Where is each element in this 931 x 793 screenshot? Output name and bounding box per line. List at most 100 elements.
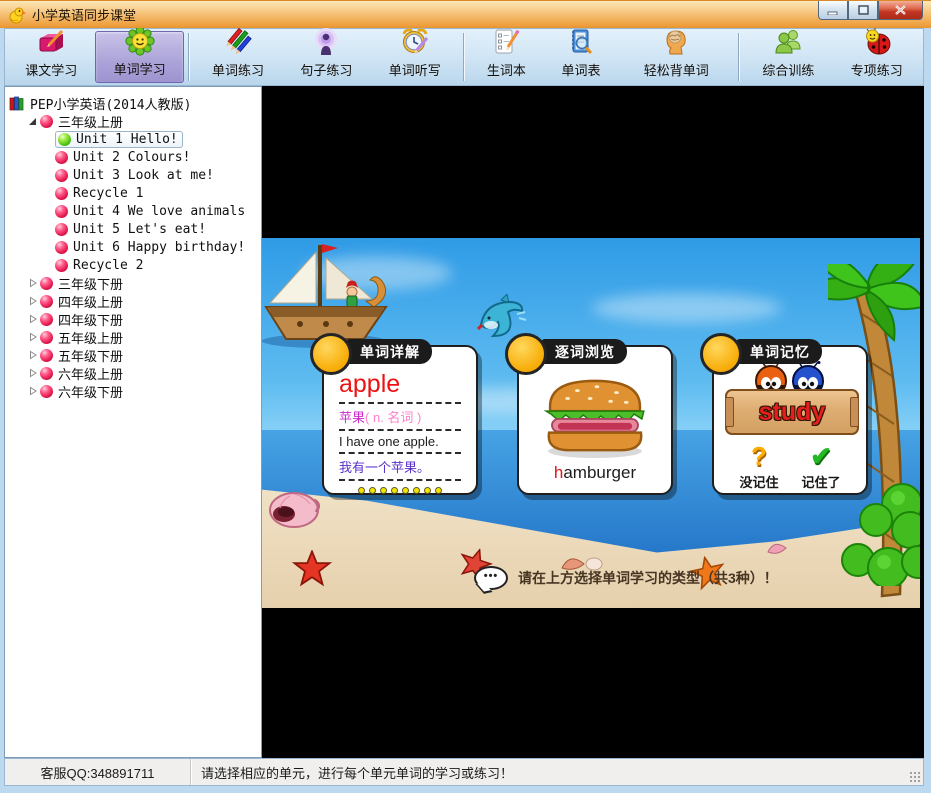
- red-ball-icon: [55, 150, 68, 164]
- toolbar-separator: [463, 33, 465, 81]
- tree-item-label: 六年级下册: [58, 385, 124, 401]
- card-word-browse: 逐词浏览 hamburger: [505, 333, 673, 495]
- toolbar-button-word-list[interactable]: 单词表: [544, 29, 619, 83]
- toolbar-button-sentence-practice[interactable]: 句子练习: [282, 28, 370, 83]
- tree-book-grade3a[interactable]: 三年级上册: [9, 112, 259, 131]
- tree-book-grade4b[interactable]: 四年级下册: [9, 310, 259, 329]
- hint-text: 请在上方选择单词学习的类型（共3种）！: [518, 570, 778, 586]
- minimize-button[interactable]: [818, 1, 848, 20]
- pagination-dots[interactable]: [324, 486, 476, 494]
- card-title: 单词记忆: [736, 339, 822, 364]
- tree-book-grade6b[interactable]: 六年级下册: [9, 382, 259, 401]
- twisty-collapsed-icon[interactable]: [27, 332, 38, 342]
- twisty-expanded-icon[interactable]: [27, 117, 38, 126]
- dashed-divider: [339, 401, 461, 404]
- tree-item-label: Unit 4 We love animals: [73, 203, 246, 219]
- tree-item-label: Unit 5 Let's eat!: [73, 221, 207, 237]
- red-ball-icon: [40, 294, 53, 308]
- tree-unit-5[interactable]: Unit 5 Let's eat!: [9, 220, 259, 238]
- main-area: PEP小学英语(2014人教版) 三年级上册 Unit 1 Hello! Uni…: [4, 86, 924, 758]
- toolbar-button-word-dictation[interactable]: 单词听写: [371, 28, 459, 83]
- tree-book-grade5b[interactable]: 五年级下册: [9, 346, 259, 365]
- tree-unit-6[interactable]: Unit 6 Happy birthday!: [9, 238, 259, 256]
- page-dot[interactable]: [402, 486, 409, 494]
- card-title: 单词详解: [346, 339, 432, 364]
- selected-tree-item: Unit 1 Hello!: [55, 130, 183, 148]
- toolbar-button-special-practice[interactable]: 专项练习: [833, 28, 921, 83]
- maximize-button[interactable]: [848, 1, 878, 20]
- toolbar: 课文学习 单词学习 单词练习 句子练习 单词听写 生词本 单词表 轻松背单词 综…: [4, 26, 924, 86]
- tree-book-grade5a[interactable]: 五年级上册: [9, 328, 259, 347]
- orange-badge-icon: [310, 333, 352, 375]
- resize-grip[interactable]: [909, 771, 921, 783]
- page-dot[interactable]: [435, 486, 442, 494]
- page-dot[interactable]: [380, 486, 387, 494]
- toolbar-label: 单词表: [561, 63, 601, 78]
- cloud: [592, 293, 782, 323]
- toolbar-separator: [187, 33, 190, 81]
- memory-word: study: [758, 397, 826, 426]
- twisty-collapsed-icon[interactable]: [27, 278, 38, 288]
- word-initial: h: [553, 463, 564, 482]
- red-ball-icon: [40, 312, 53, 326]
- wooden-sign: study: [725, 389, 859, 435]
- tree-book-grade6a[interactable]: 六年级上册: [9, 364, 259, 383]
- toolbar-button-text-study[interactable]: 课文学习: [7, 29, 95, 83]
- tree-item-label: Unit 6 Happy birthday!: [73, 239, 246, 255]
- tree-root[interactable]: PEP小学英语(2014人教版): [9, 94, 259, 113]
- book-pencil-icon: [36, 27, 66, 57]
- twisty-collapsed-icon[interactable]: [27, 386, 38, 396]
- notepad-pencil-icon: [491, 27, 521, 57]
- toolbar-button-easy-memorize[interactable]: 轻松背单词: [618, 30, 734, 83]
- tree-book-grade3b[interactable]: 三年级下册: [9, 274, 259, 293]
- toolbar-label: 单词练习: [212, 63, 265, 78]
- app-window: 小学英语同步课堂 课文学习 单词学习 单词练习 句子练习 单词听写 生词本 单词…: [0, 0, 931, 793]
- toolbar-button-word-study[interactable]: 单词学习: [95, 26, 184, 83]
- speech-bubble-icon: •••: [474, 566, 508, 590]
- tree-recycle-2[interactable]: Recycle 2: [9, 256, 259, 274]
- word-text: apple: [339, 370, 401, 398]
- toolbar-button-word-practice[interactable]: 单词练习: [194, 27, 282, 83]
- tree-book-grade4a[interactable]: 四年级上册: [9, 292, 259, 311]
- tree-recycle-1[interactable]: Recycle 1: [9, 184, 259, 202]
- page-dot[interactable]: [424, 486, 431, 494]
- flower-smiley-icon: [125, 26, 155, 56]
- remembered-button[interactable]: ✔ 记住了: [801, 443, 840, 491]
- window-title: 小学英语同步课堂: [32, 8, 137, 23]
- red-ball-icon: [40, 114, 53, 128]
- twisty-collapsed-icon[interactable]: [27, 350, 38, 360]
- remembered-label: 记住了: [801, 475, 841, 490]
- page-dot[interactable]: [413, 486, 420, 494]
- word-rest: amburger: [563, 463, 637, 482]
- example-sentence-zh: 我有一个苹果。: [339, 459, 431, 475]
- tree-unit-2[interactable]: Unit 2 Colours!: [9, 148, 259, 166]
- tree-item-label: 六年级上册: [58, 367, 124, 383]
- dashed-divider: [339, 478, 461, 481]
- twisty-collapsed-icon[interactable]: [27, 314, 38, 324]
- toolbar-button-comprehensive-training[interactable]: 综合训练: [744, 30, 832, 83]
- tree-unit-1[interactable]: Unit 1 Hello!: [9, 130, 259, 148]
- tree-unit-4[interactable]: Unit 4 We love animals: [9, 202, 259, 220]
- tree-item-label: 三年级上册: [58, 115, 124, 131]
- toolbar-button-new-words[interactable]: 生词本: [469, 29, 544, 83]
- ladybug-icon: [862, 27, 892, 57]
- page-dot[interactable]: [358, 486, 365, 494]
- twisty-collapsed-icon[interactable]: [27, 368, 38, 378]
- tree-item-label: 四年级上册: [58, 295, 124, 311]
- twisty-collapsed-icon[interactable]: [27, 296, 38, 306]
- page-dot[interactable]: [391, 486, 398, 494]
- checkmark-icon: ✔: [810, 441, 832, 471]
- forgot-button[interactable]: ? 没记住: [739, 443, 778, 491]
- close-button[interactable]: [878, 1, 923, 20]
- titlebar[interactable]: 小学英语同步课堂: [0, 0, 931, 28]
- statusbar: 客服QQ:348891711 请选择相应的单元，进行每个单元单词的学习或练习！: [4, 758, 924, 786]
- broadcast-person-icon: [311, 27, 341, 57]
- tree-item-label: 四年级下册: [58, 313, 124, 329]
- toolbar-label: 综合训练: [762, 63, 815, 78]
- tree-item-label: 五年级下册: [58, 349, 124, 365]
- tree-unit-3[interactable]: Unit 3 Look at me!: [9, 166, 259, 184]
- red-ball-icon: [55, 222, 68, 236]
- tree-item-label: 五年级上册: [58, 331, 124, 347]
- page-dot[interactable]: [369, 486, 376, 494]
- red-ball-icon: [40, 276, 53, 290]
